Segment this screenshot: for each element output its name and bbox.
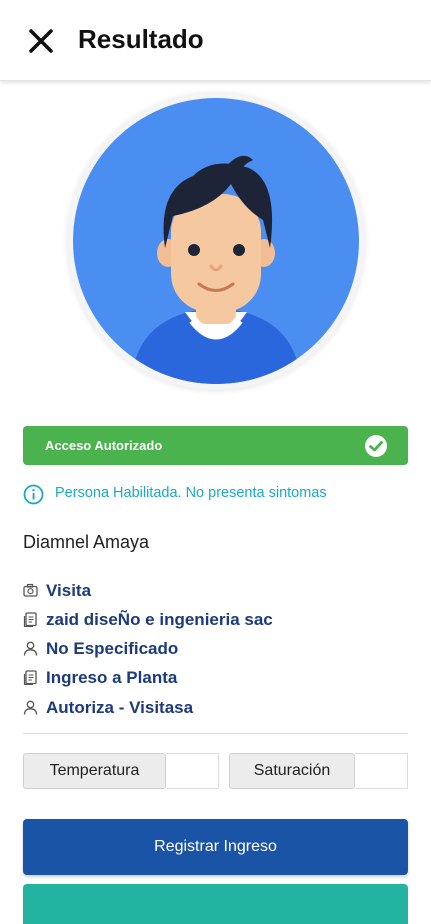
detail-company-text: zaid diseÑo e ingenieria sac — [46, 610, 273, 629]
secondary-action-button[interactable] — [23, 884, 408, 924]
person-icon — [23, 641, 38, 656]
detail-contact-text: No Especificado — [46, 639, 179, 658]
register-entry-button[interactable]: Registrar Ingreso — [23, 819, 408, 875]
detail-authorizer-text: Autoriza - Visitasa — [46, 698, 194, 717]
temperature-input[interactable] — [166, 753, 219, 789]
saturation-input[interactable] — [355, 753, 408, 789]
status-banner[interactable]: Acceso Autorizado — [23, 426, 408, 465]
page-title: Resultado — [78, 24, 204, 54]
divider — [23, 733, 408, 734]
detail-visit-type-text: Visita — [46, 581, 92, 600]
camera-icon — [23, 583, 38, 597]
saturation-button[interactable]: Saturación — [229, 753, 355, 789]
person-name: Diamnel Amaya — [23, 532, 150, 552]
health-info-text: Persona Habilitada. No presenta sintomas — [55, 485, 327, 501]
check-circle-icon — [365, 435, 387, 457]
document-icon — [23, 670, 37, 685]
person-icon — [23, 700, 38, 715]
app-bar: Resultado — [0, 0, 431, 81]
close-icon[interactable] — [26, 26, 56, 56]
avatar — [67, 92, 365, 390]
temperature-group: Temperatura — [23, 753, 219, 789]
avatar-illustration — [73, 98, 359, 384]
temperature-button[interactable]: Temperatura — [23, 753, 166, 789]
detail-entry-type-text: Ingreso a Planta — [46, 668, 178, 687]
info-icon — [23, 484, 44, 505]
document-icon — [23, 612, 37, 627]
saturation-group: Saturación — [229, 753, 408, 789]
status-label: Acceso Autorizado — [45, 438, 163, 453]
